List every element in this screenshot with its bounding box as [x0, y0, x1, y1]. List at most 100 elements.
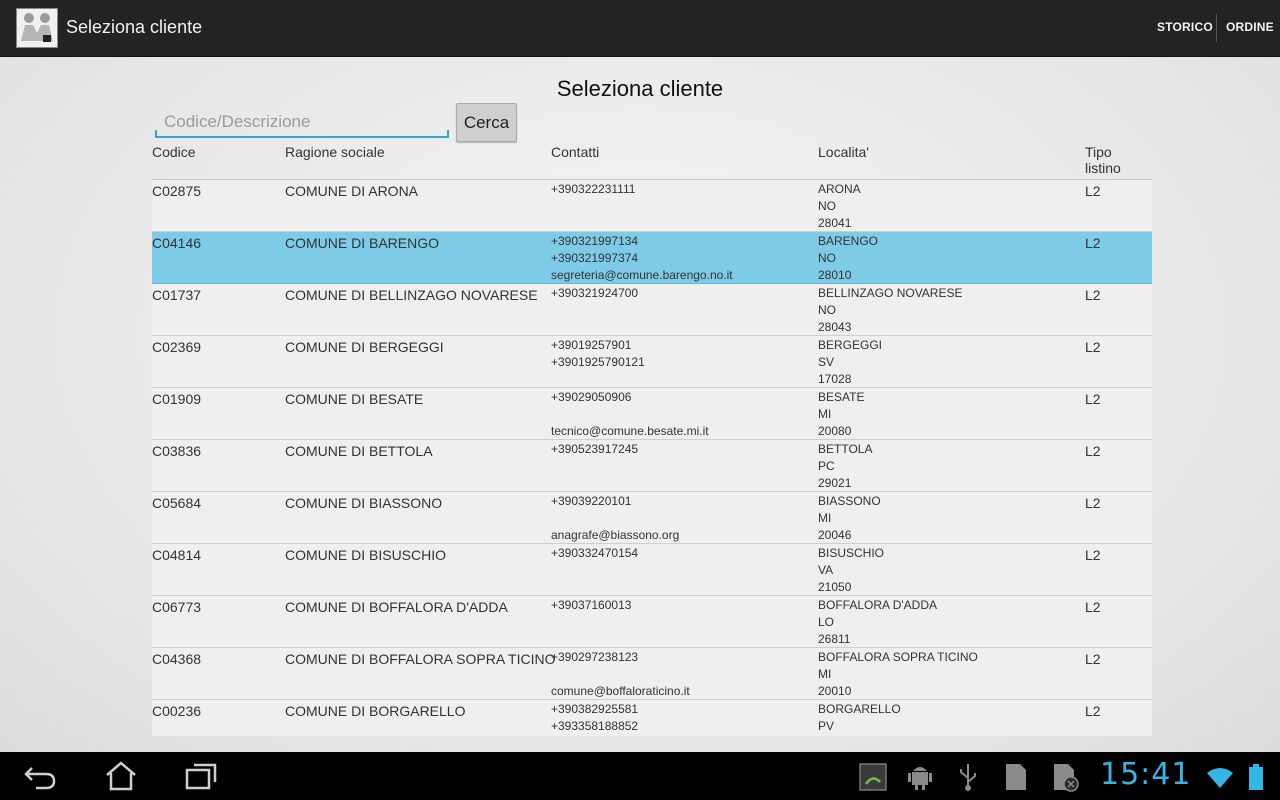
app-title: Seleziona cliente — [66, 17, 203, 37]
client-code: C04368 — [152, 651, 202, 667]
client-name: COMUNE DI BARENGO — [285, 235, 440, 251]
screenshot-icon[interactable] — [858, 762, 888, 797]
client-contact: +390382925581 — [551, 702, 639, 716]
client-row[interactable]: C02369 COMUNE DI BERGEGGI +39019257901 +390… — [152, 336, 1152, 388]
client-code: C02369 — [152, 339, 202, 355]
client-code: C01737 — [152, 287, 202, 303]
sd-card-removed-icon[interactable] — [1050, 762, 1080, 797]
client-name: COMUNE DI BORGARELLO — [285, 703, 466, 719]
client-location: ARONA — [818, 182, 861, 196]
client-row[interactable]: C04814 COMUNE DI BISUSCHIO +390332470154 BI… — [152, 544, 1152, 596]
column-header-name[interactable]: Ragione sociale — [285, 144, 385, 160]
client-location: 26811 — [818, 632, 851, 646]
app-logo-icon[interactable] — [16, 8, 58, 48]
client-row[interactable]: C06773 COMUNE DI BOFFALORA D'ADDA +3903716… — [152, 596, 1152, 648]
client-location: 20046 — [818, 528, 852, 542]
search-underline-left — [155, 130, 157, 138]
client-price-list: L2 — [1085, 235, 1101, 251]
client-row[interactable]: C00236 COMUNE DI BORGARELLO +390382925581 +… — [152, 700, 1152, 736]
client-row[interactable]: C04368 COMUNE DI BOFFALORA SOPRA TICINO +3… — [152, 648, 1152, 700]
client-contact: +390332470154 — [551, 546, 639, 560]
client-location: NO — [818, 303, 836, 317]
client-price-list: L2 — [1085, 651, 1101, 667]
client-name: COMUNE DI BIASSONO — [285, 495, 443, 511]
client-location: BOFFALORA SOPRA TICINO — [818, 650, 978, 664]
client-price-list: L2 — [1085, 183, 1101, 199]
android-debug-icon[interactable] — [906, 762, 934, 797]
client-contact: comune@boffaloraticino.it — [551, 684, 690, 698]
client-location: 28043 — [818, 320, 852, 334]
client-contact: +390321997374 — [551, 251, 639, 265]
search-button[interactable]: Cerca — [456, 103, 517, 142]
client-code: C06773 — [152, 599, 202, 615]
client-contact: +393358188852 — [551, 719, 639, 733]
client-location: 20010 — [818, 684, 852, 698]
client-code: C01909 — [152, 391, 202, 407]
client-name: COMUNE DI BOFFALORA D'ADDA — [285, 599, 508, 615]
client-location: BELLINZAGO NOVARESE — [818, 286, 963, 300]
client-location: 29021 — [818, 476, 852, 490]
wifi-icon[interactable] — [1206, 762, 1234, 797]
client-location: PC — [818, 459, 835, 473]
client-location: BOFFALORA D'ADDA — [818, 598, 937, 612]
client-contact: +390321924700 — [551, 286, 639, 300]
client-location: BARENGO — [818, 234, 879, 248]
client-location: NO — [818, 251, 836, 265]
column-header-price-list[interactable]: Tipo listino — [1085, 144, 1121, 176]
client-location: MI — [818, 667, 832, 681]
client-price-list: L2 — [1085, 703, 1101, 719]
recent-apps-icon[interactable] — [184, 760, 220, 797]
client-location: 28041 — [818, 216, 852, 230]
client-row[interactable]: C03836 COMUNE DI BETTOLA +390523917245 BETT… — [152, 440, 1152, 492]
client-row[interactable]: C01909 COMUNE DI BESATE +39029050906 tecnic… — [152, 388, 1152, 440]
client-contact: tecnico@comune.besate.mi.it — [551, 424, 709, 438]
client-row[interactable]: C05684 COMUNE DI BIASSONO +39039220101 anag… — [152, 492, 1152, 544]
search-input[interactable] — [155, 108, 449, 138]
client-contact: +390297238123 — [551, 650, 639, 664]
client-location: BISUSCHIO — [818, 546, 885, 560]
client-location: BETTOLA — [818, 442, 873, 456]
client-contact: +39037160013 — [551, 598, 632, 612]
page-title: Seleziona cliente — [556, 76, 724, 101]
usb-icon[interactable] — [956, 762, 980, 797]
client-name: COMUNE DI ARONA — [285, 183, 419, 199]
client-contact: +39029050906 — [551, 390, 632, 404]
client-location: 21050 — [818, 580, 852, 594]
client-price-list: L2 — [1085, 391, 1101, 407]
back-icon[interactable] — [22, 760, 58, 797]
column-header-location[interactable]: Localita' — [818, 144, 869, 160]
action-divider — [1216, 14, 1217, 42]
client-contact: +39039220101 — [551, 494, 632, 508]
client-location: NO — [818, 199, 836, 213]
client-price-list: L2 — [1085, 287, 1101, 303]
client-row[interactable]: C01737 COMUNE DI BELLINZAGO NOVARESE +3903… — [152, 284, 1152, 336]
storico-button[interactable]: STORICO — [1157, 20, 1213, 34]
client-location: LO — [818, 615, 835, 629]
ordine-button[interactable]: ORDINE — [1226, 20, 1274, 34]
client-location: PV — [818, 719, 835, 733]
client-contact: anagrafe@biassono.org — [551, 528, 680, 542]
client-name: COMUNE DI BESATE — [285, 391, 424, 407]
client-name: COMUNE DI BELLINZAGO NOVARESE — [285, 287, 538, 303]
column-header-code[interactable]: Codice — [152, 144, 196, 160]
client-row[interactable]: C04146 COMUNE DI BARENGO +390321997134 +390… — [152, 232, 1152, 284]
client-location: BERGEGGI — [818, 338, 883, 352]
column-header-contacts[interactable]: Contatti — [551, 144, 599, 160]
client-location: SV — [818, 355, 835, 369]
client-name: COMUNE DI BERGEGGI — [285, 339, 444, 355]
client-name: COMUNE DI BETTOLA — [285, 443, 433, 459]
client-contact: segreteria@comune.barengo.no.it — [551, 268, 733, 282]
client-contact: +3901925790121 — [551, 355, 645, 369]
clock[interactable]: 15:41 — [1100, 757, 1191, 792]
sd-card-icon[interactable] — [1002, 762, 1028, 797]
client-list[interactable]: C02875 COMUNE DI ARONA +390322231111 ARONA N… — [152, 180, 1152, 736]
client-row[interactable]: C02875 COMUNE DI ARONA +390322231111 ARONA N… — [152, 180, 1152, 232]
client-price-list: L2 — [1085, 443, 1101, 459]
battery-icon[interactable] — [1248, 762, 1264, 797]
client-price-list: L2 — [1085, 547, 1101, 563]
client-name: COMUNE DI BOFFALORA SOPRA TICINO — [285, 651, 556, 667]
action-bar: Seleziona cliente STORICO ORDINE — [0, 0, 1280, 57]
home-icon[interactable] — [103, 760, 139, 797]
client-location: MI — [818, 511, 832, 525]
client-contact: +39019257901 — [551, 338, 632, 352]
